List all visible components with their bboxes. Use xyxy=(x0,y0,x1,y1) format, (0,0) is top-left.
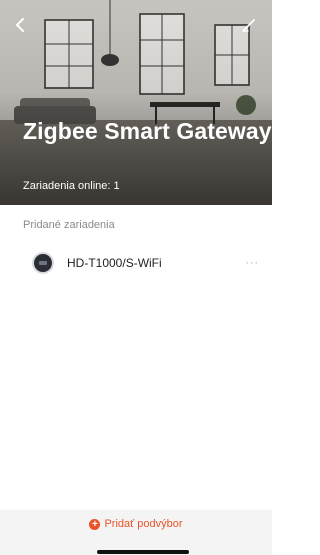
chevron-left-icon xyxy=(16,18,24,32)
add-subdevice-button[interactable]: + Pridať podvýbor xyxy=(0,510,272,538)
thermostat-icon xyxy=(34,254,52,272)
bottom-bar: + Pridať podvýbor xyxy=(0,510,272,555)
banner-shade xyxy=(0,0,272,205)
header-banner: Zigbee Smart Gateway Zariadenia online: … xyxy=(0,0,272,205)
edit-button[interactable] xyxy=(242,18,264,40)
plus-circle-icon: + xyxy=(89,518,101,530)
online-status: Zariadenia online: 1 xyxy=(23,180,120,192)
more-options-button[interactable]: ··· xyxy=(242,253,262,271)
device-list-panel: Pridané zariadenia HD-T1000/S-WiFi ··· xyxy=(0,205,272,510)
add-subdevice-label: Pridať podvýbor xyxy=(104,518,183,530)
home-indicator xyxy=(97,550,189,554)
pencil-icon xyxy=(242,19,255,32)
back-button[interactable] xyxy=(14,18,36,40)
gateway-title: Zigbee Smart Gateway xyxy=(23,118,272,144)
device-name: HD-T1000/S-WiFi xyxy=(67,256,162,270)
section-label: Pridané zariadenia xyxy=(23,219,115,231)
device-row[interactable]: HD-T1000/S-WiFi ··· xyxy=(0,243,272,283)
